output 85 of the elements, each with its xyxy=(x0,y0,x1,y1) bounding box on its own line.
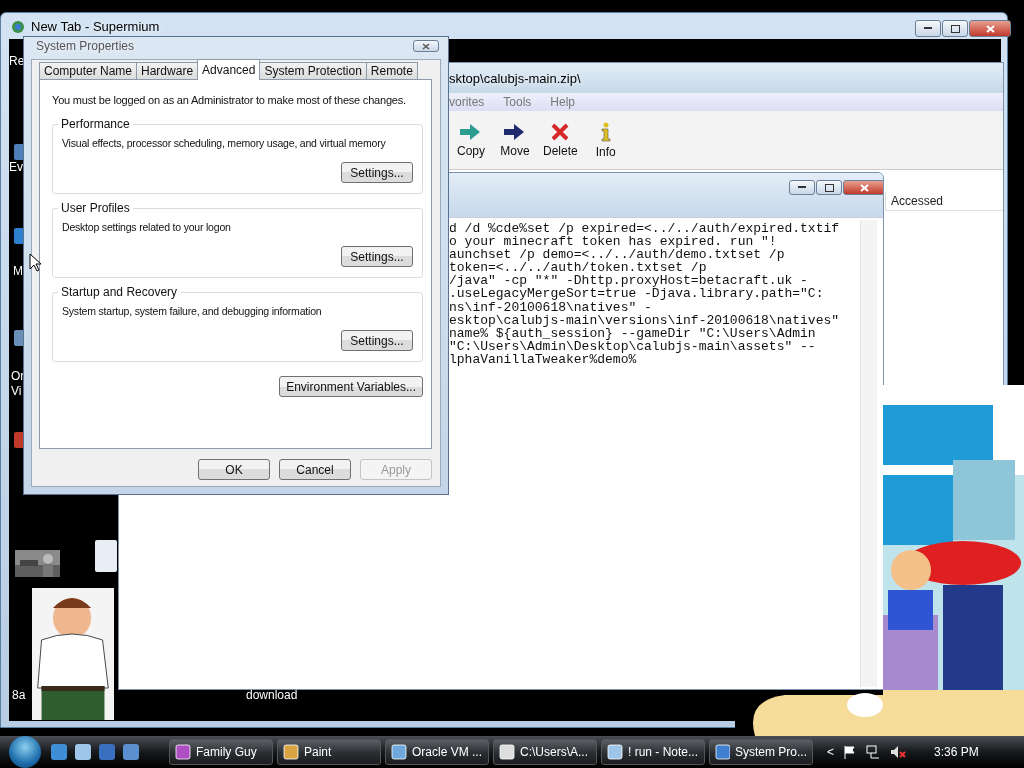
dialog-button[interactable]: Cancel xyxy=(279,459,351,480)
toolbar-button[interactable]: Copy xyxy=(455,122,487,158)
volume-muted-icon[interactable] xyxy=(890,745,906,759)
close-icon xyxy=(985,24,995,33)
start-button[interactable] xyxy=(9,736,41,768)
maximize-icon xyxy=(950,24,960,33)
desktop-icon-label[interactable]: download xyxy=(246,688,298,702)
flag-icon[interactable] xyxy=(844,745,856,759)
tab[interactable]: System Protection xyxy=(259,62,367,80)
group-title: User Profiles xyxy=(58,201,133,215)
maximize-button[interactable] xyxy=(816,180,842,195)
code-line: .useLegacyMergeSort=true -Djava.library.path="C: xyxy=(449,287,825,301)
desktop-icon-label[interactable]: Or xyxy=(11,369,25,383)
settings-button[interactable]: Settings... xyxy=(341,330,413,351)
toolbar-button[interactable]: Info xyxy=(589,121,622,159)
tab[interactable]: Hardware xyxy=(136,62,199,80)
close-icon xyxy=(422,42,430,50)
code-line: aunchset /p demo=<../../auth/demo.txtset /p xyxy=(449,248,786,262)
delete-icon xyxy=(551,122,570,141)
desktop-icon-label[interactable]: M xyxy=(13,264,23,278)
code-line: "C:\Users\Admin\Desktop\calubjs-main\assets" -- xyxy=(449,339,817,353)
taskbar-button[interactable]: Family Guy xyxy=(169,739,273,765)
app-icon xyxy=(499,744,515,760)
column-header[interactable]: Accessed xyxy=(885,192,1003,211)
menu-item[interactable]: Tools xyxy=(503,95,532,109)
app-icon xyxy=(175,744,191,760)
arrow-icon xyxy=(460,122,482,141)
group-title: Startup and Recovery xyxy=(58,285,181,299)
window-title: New Tab - Supermium xyxy=(31,19,160,34)
group-description: Visual effects, processor scheduling, memory usage, and virtual memory xyxy=(62,136,386,150)
browser-icon xyxy=(11,19,25,34)
maximize-button[interactable] xyxy=(942,20,968,37)
code-line: /java" -cp "*" -Dhttp.proxyHost=betacraft.uk - xyxy=(449,274,808,288)
code-line: token=<../../auth/token.txtset /p xyxy=(449,261,707,275)
code-line: o your minecraft token has expired. run "! xyxy=(449,235,777,249)
dialog-button[interactable]: OK xyxy=(198,459,270,480)
group-description: System startup, system failure, and debugging information xyxy=(62,304,322,318)
window-title: sktop\calubjs-main.zip\ xyxy=(449,70,581,86)
app-icon xyxy=(283,744,299,760)
code-line: d /d %cde%set /p expired=<../../auth/expired.txtif xyxy=(449,222,841,236)
minimize-button[interactable] xyxy=(789,180,815,195)
close-button[interactable] xyxy=(413,40,439,52)
app-icon xyxy=(607,744,623,760)
code-line: lphaVanillaTweaker%demo% xyxy=(449,352,637,367)
code-line: ns\inf-20100618\natives" - xyxy=(449,300,652,314)
close-button[interactable] xyxy=(969,20,1011,37)
settings-button[interactable]: Settings... xyxy=(341,162,413,183)
menu-item[interactable]: vorites xyxy=(449,95,485,109)
menu-item[interactable]: Help xyxy=(550,95,576,109)
notice-text: You must be logged on as an Administrator to make most of these changes. xyxy=(52,93,406,107)
desktop-icon-label[interactable]: Vi xyxy=(11,384,22,398)
scrollbar[interactable] xyxy=(860,220,877,687)
info-icon xyxy=(599,121,612,142)
dialog-title: System Properties xyxy=(36,39,135,53)
taskbar-button[interactable]: C:\Users\A... xyxy=(493,739,597,765)
desktop-icon-label[interactable]: Ev xyxy=(9,160,23,174)
taskbar-button[interactable]: Oracle VM ... xyxy=(385,739,489,765)
desktop-icon-label[interactable]: Re xyxy=(9,54,25,68)
app-icon xyxy=(715,744,730,760)
taskbar-button[interactable]: ! run - Note... xyxy=(601,739,705,765)
app-icon xyxy=(391,744,407,760)
close-button[interactable] xyxy=(843,180,883,195)
taskbar-button[interactable]: System Pro... xyxy=(709,739,813,765)
desktop-icon-label[interactable]: 8a xyxy=(12,688,26,702)
minimize-icon xyxy=(798,186,806,189)
arrow-icon xyxy=(504,122,526,141)
environment-variables-button[interactable]: Environment Variables... xyxy=(279,376,423,397)
tab[interactable]: Advanced xyxy=(197,59,261,80)
toolbar-button[interactable]: Delete xyxy=(543,122,578,158)
close-icon xyxy=(859,183,869,192)
network-icon[interactable] xyxy=(866,745,880,759)
tab[interactable]: Computer Name xyxy=(39,62,138,80)
tab[interactable]: Remote xyxy=(365,62,418,80)
minimize-button[interactable] xyxy=(915,20,941,37)
group-title: Performance xyxy=(58,117,133,131)
clock[interactable]: 3:36 PM xyxy=(934,745,979,759)
tray-expand-button[interactable]: < xyxy=(827,745,834,759)
taskbar-button[interactable]: Paint xyxy=(277,739,381,765)
code-line: name% ${auth_session} --gameDir "C:\Users\Admin xyxy=(449,326,816,340)
code-line: esktop\calubjs-main\versions\inf-20100618\natives" xyxy=(449,313,841,327)
group-description: Desktop settings related to your logon xyxy=(62,220,231,234)
maximize-icon xyxy=(824,183,834,192)
toolbar-button[interactable]: Move xyxy=(499,122,531,158)
settings-button[interactable]: Settings... xyxy=(341,246,413,267)
minimize-icon xyxy=(924,27,932,30)
